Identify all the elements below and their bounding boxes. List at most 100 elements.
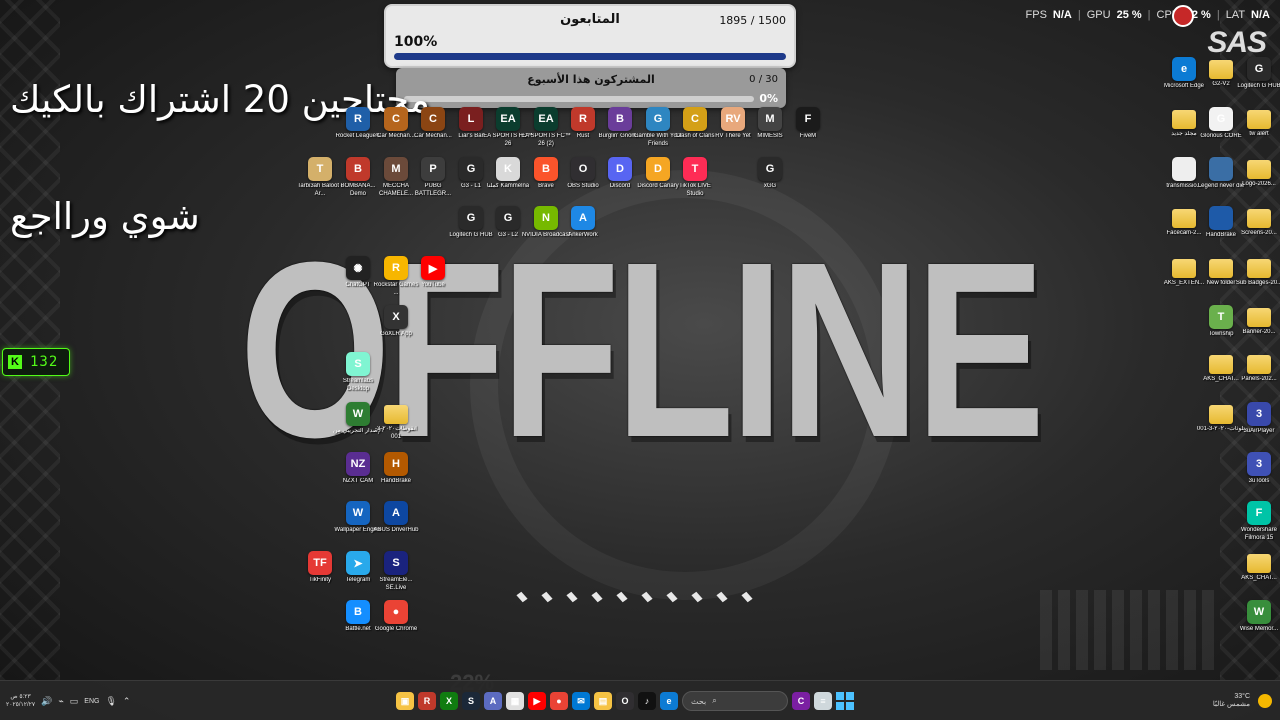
xgg-icon: G [758, 157, 782, 181]
desktop-icon[interactable]: GxGG [748, 157, 792, 191]
desktop-icon[interactable]: F FiveM [786, 107, 830, 141]
desktop-icon[interactable]: Sub Badges-20... [1235, 256, 1280, 288]
weather-desc: مشمس غالبًا [1212, 701, 1250, 708]
mail-icon[interactable]: ✉ [572, 692, 590, 710]
chrome-icon[interactable]: ● [550, 692, 568, 710]
language-indicator[interactable]: ENG [84, 698, 99, 705]
desktop-icon[interactable]: 3 3uTools [1237, 452, 1280, 486]
desktop-icon[interactable]: Logo-2026... [1237, 157, 1280, 189]
steam-icon[interactable]: S [462, 692, 480, 710]
desktop-icon[interactable]: Screens-20... [1237, 206, 1280, 238]
youtube-icon[interactable]: ▶ [528, 692, 546, 710]
sas-logo: SAS [1207, 26, 1267, 59]
telegram-icon: ➤ [346, 551, 370, 575]
desktop-icon[interactable]: X GoXLR App [374, 305, 418, 339]
app-icon[interactable]: A [484, 692, 502, 710]
youtube-icon: ▶ [421, 256, 445, 280]
desktop-icon[interactable]: AKS_CHAT... [1237, 551, 1280, 583]
battlenet-icon: B [346, 600, 370, 624]
file-explorer-icon[interactable]: ▣ [396, 692, 414, 710]
kick-logo-icon: K [8, 355, 22, 369]
taskbar-search[interactable]: ⌕ بحث [682, 691, 788, 711]
desktop-icon[interactable]: W Wise Memor... [1237, 600, 1280, 634]
desktop-icon-label: Sub Badges-20... [1235, 280, 1280, 286]
microphone-icon[interactable]: 🎙 [105, 696, 116, 707]
taskbar-time: ٥:٢٣ ص [10, 694, 31, 700]
folder-icon [1209, 259, 1233, 278]
desktop-icon[interactable]: G Logitech G HUB [1237, 57, 1280, 91]
network-icon[interactable]: ⌁ [58, 696, 63, 707]
desktop-icon[interactable]: 3 3uAirPlayer [1237, 402, 1280, 436]
desktop-icon[interactable]: S Streamlabs Desktop [336, 352, 380, 393]
folder-icon [1172, 110, 1196, 129]
desktop-icon[interactable]: T TikTok LIVE Studio [673, 157, 717, 198]
desktop-icon[interactable]: Banner-20... [1237, 305, 1280, 337]
folder-icon [1247, 554, 1271, 573]
clash-icon: C [683, 107, 707, 131]
calendar-icon[interactable]: ▦ [506, 692, 524, 710]
fivem-icon: F [796, 107, 820, 131]
perf-separator: | [1077, 9, 1081, 21]
folder-icon [1247, 259, 1271, 278]
desktop-icon[interactable]: tw alert [1237, 107, 1280, 139]
baloot-icon: T [308, 157, 332, 181]
tikfinity-icon: TF [308, 551, 332, 575]
taskbar: ٥:٢٣ ص ٢٠٢٥/١٢/٢٧ 🔊 ⌁ ▭ ENG 🎙 ⌃ ▣ R X S A ▦ ▶ ●… [0, 680, 1280, 720]
windows-logo-icon [836, 692, 844, 700]
folder-icon [1172, 259, 1196, 278]
desktop-icon-label: GoXLR App [380, 331, 412, 337]
rv-there-yet-icon: RV [721, 107, 745, 131]
obs-icon[interactable]: O [616, 692, 634, 710]
desktop-icon[interactable]: انقوطات٢٠٢٠-3-001 [374, 402, 418, 441]
windows-logo-icon [846, 692, 854, 700]
edge-icon[interactable]: e [660, 692, 678, 710]
weather-widget: 33°C مشمس غالبًا [1213, 693, 1250, 709]
folder-icon[interactable]: ▤ [594, 692, 612, 710]
desktop-icon[interactable]: ▶ YouTube [411, 256, 455, 290]
taskbar-clock[interactable]: ٥:٢٣ ص ٢٠٢٥/١٢/٢٧ [6, 693, 35, 709]
desktop-icon[interactable]: ● Google Chrome [374, 600, 418, 634]
taskbar-weather[interactable]: 33°C مشمس غالبًا [1213, 681, 1272, 720]
desktop-icon[interactable]: S StreamEle... SE.Live [374, 551, 418, 592]
taskbar-date: ٢٠٢٥/١٢/٢٧ [6, 702, 36, 708]
volume-icon[interactable]: 🔊 [41, 696, 52, 707]
kick-viewer-count: 132 [30, 354, 59, 370]
start-button[interactable] [836, 692, 854, 710]
folder-icon [1247, 355, 1271, 374]
folder-icon [384, 405, 408, 424]
desktop-icon[interactable]: H HandBrake [374, 452, 418, 486]
folder-icon [1209, 355, 1233, 374]
nvidia-icon: N [534, 206, 558, 230]
chevron-up-icon[interactable]: ⌃ [123, 696, 131, 707]
rockstar-icon[interactable]: R [418, 692, 436, 710]
desktop-icon[interactable]: Panels-202... [1237, 352, 1280, 384]
notepad-icon[interactable]: ≡ [814, 692, 832, 710]
desktop-icon[interactable]: A AnkerWork [561, 206, 605, 240]
desktop-icon[interactable]: F Wondershare Filmora 15 [1237, 501, 1280, 542]
rust-icon: R [571, 107, 595, 131]
perf-separator: | [1216, 9, 1220, 21]
desktop-icon-label: 3uAirPlayer [1243, 428, 1275, 434]
followers-goal-fill [394, 53, 786, 60]
wise-memory-icon: W [1247, 600, 1271, 624]
battery-icon[interactable]: ▭ [70, 696, 79, 707]
streamelements-icon: S [384, 551, 408, 575]
desktop-icon-label: TikTok LIVE Studio [679, 183, 711, 197]
glorious-icon: G [1209, 107, 1233, 131]
chatgpt-icon: ✺ [346, 256, 370, 280]
gpu-value: 25 % [1116, 9, 1142, 21]
filmora-icon: F [1247, 501, 1271, 525]
wallpaper-engine-icon: W [346, 501, 370, 525]
wallpaper-equalizer [1040, 590, 1220, 670]
copilot-icon[interactable]: C [792, 692, 810, 710]
lat-value: N/A [1251, 9, 1270, 21]
desktop-icon-label: StreamEle... SE.Live [379, 577, 413, 591]
tiktok-icon[interactable]: ♪ [638, 692, 656, 710]
obs-icon: O [571, 157, 595, 181]
desktop-icon[interactable]: A ASUS DriverHub [373, 501, 419, 535]
desktop-icon-label: Wise Memor... [1239, 626, 1279, 632]
xbox-icon[interactable]: X [440, 692, 458, 710]
logitech-icon: G [496, 206, 520, 230]
followers-goal-widget: المتابعون 1895 / 1500 100% [384, 4, 796, 68]
desktop-icon-label: Logo-2026... [1242, 181, 1276, 187]
